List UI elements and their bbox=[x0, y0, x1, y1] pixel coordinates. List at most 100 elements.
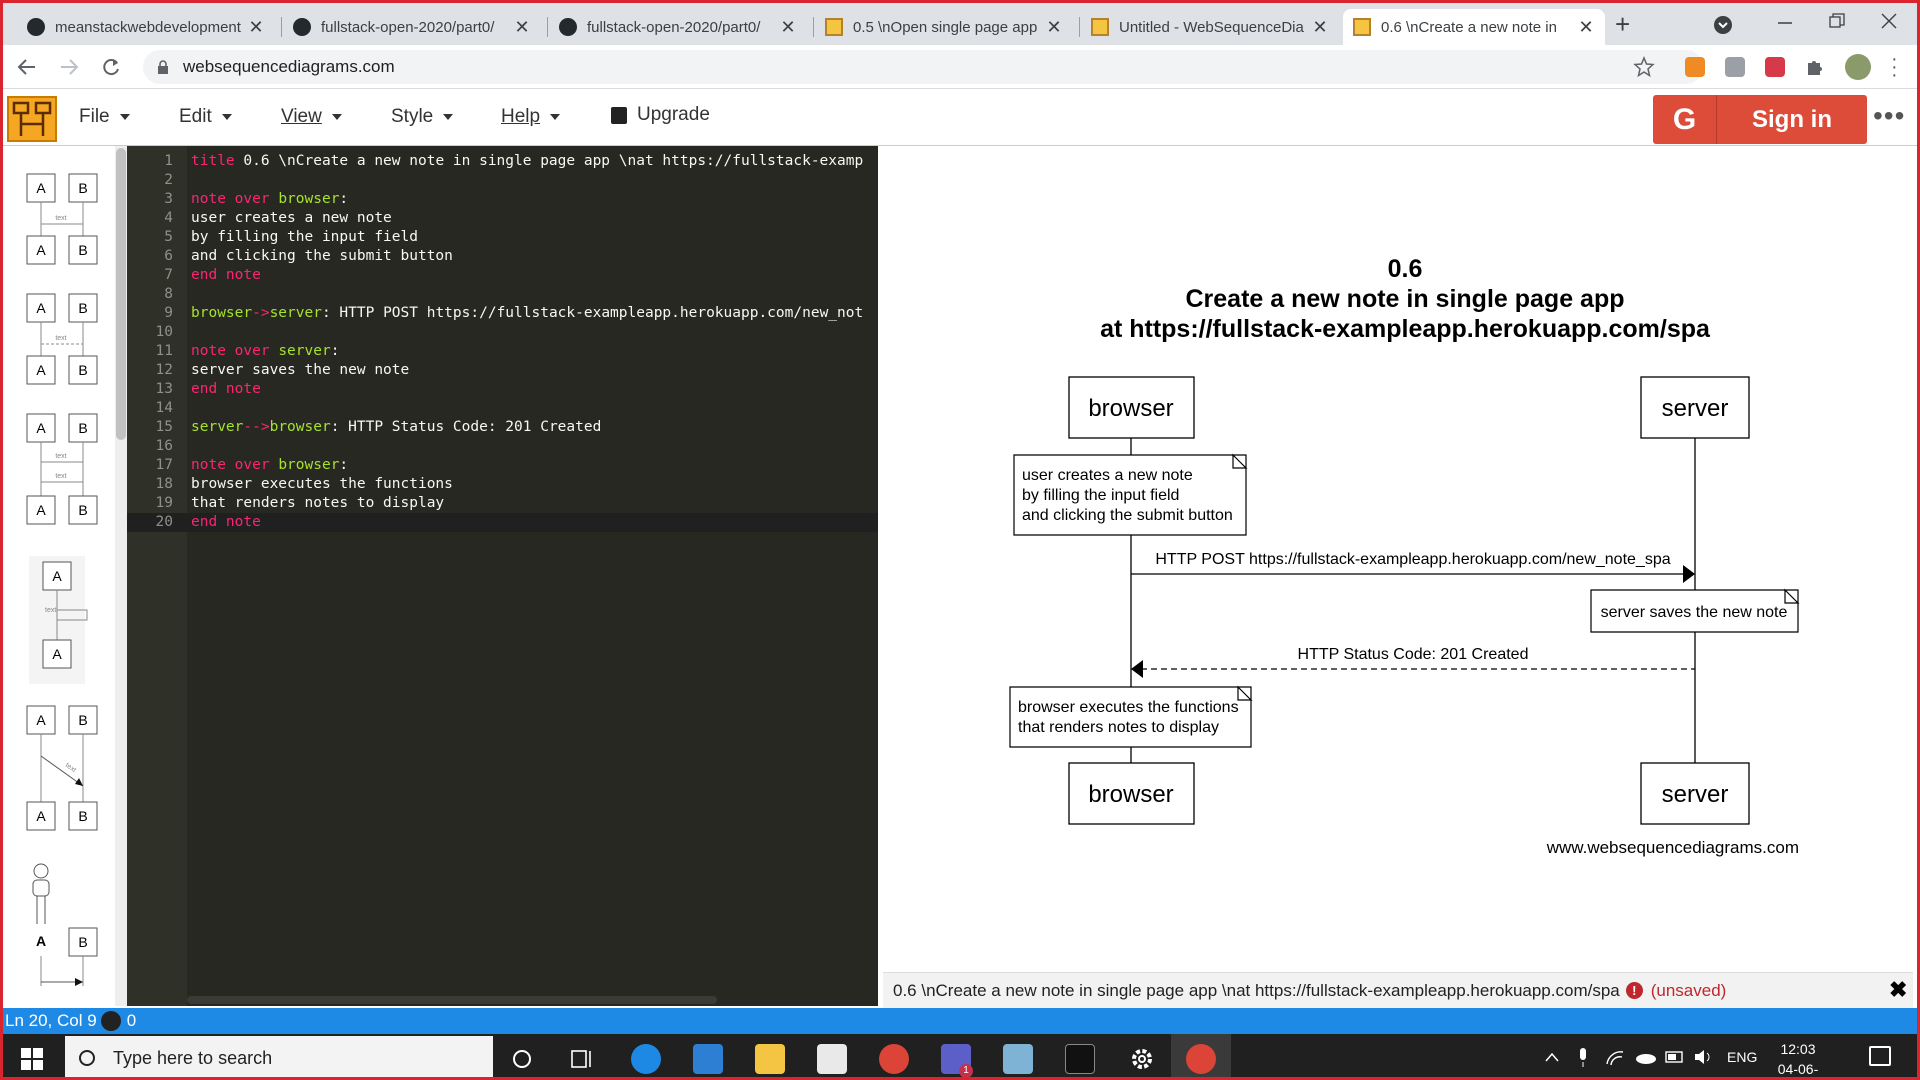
screen-frame: meanstackwebdevelopment ✕ fullstack-open… bbox=[0, 0, 1920, 1080]
close-tab-icon[interactable]: ✕ bbox=[1045, 17, 1063, 38]
palette-scrollbar[interactable] bbox=[115, 146, 127, 1006]
address-bar[interactable]: websequencediagrams.com bbox=[143, 50, 1703, 84]
line-number: 17 bbox=[155, 457, 173, 473]
windows-start-icon[interactable] bbox=[21, 1048, 43, 1070]
minimize-icon[interactable] bbox=[1777, 15, 1793, 31]
note-line: browser executes the functions bbox=[1018, 699, 1239, 716]
code-text: by filling the input field bbox=[191, 229, 418, 245]
close-tab-icon[interactable]: ✕ bbox=[779, 17, 797, 38]
file-explorer-icon[interactable] bbox=[755, 1044, 785, 1074]
close-tab-icon[interactable]: ✕ bbox=[1311, 17, 1329, 38]
restore-icon[interactable] bbox=[1829, 13, 1845, 29]
puzzle-extensions-icon[interactable] bbox=[1805, 57, 1825, 77]
code-line[interactable]: 3 note over browser: bbox=[127, 190, 878, 209]
wifi-icon[interactable] bbox=[1605, 1048, 1625, 1068]
edge-icon[interactable] bbox=[631, 1044, 661, 1074]
menu-help[interactable]: Help bbox=[501, 106, 561, 128]
note-user-creates: user creates a new note by filling the i… bbox=[1013, 453, 1248, 536]
code-line[interactable]: 13 end note bbox=[127, 380, 878, 399]
forward-icon[interactable] bbox=[59, 57, 79, 77]
language-indicator[interactable]: ENG bbox=[1727, 1049, 1757, 1065]
code-line[interactable]: 7 end note bbox=[127, 266, 878, 285]
code-line[interactable]: 12 server saves the new note bbox=[127, 361, 878, 380]
onedrive-icon[interactable] bbox=[1635, 1050, 1657, 1064]
bookmark-star-icon[interactable] bbox=[1633, 56, 1655, 78]
mail-icon[interactable] bbox=[693, 1044, 723, 1074]
store-icon[interactable] bbox=[817, 1044, 847, 1074]
browser-tab[interactable]: Untitled - WebSequenceDia ✕ bbox=[1081, 9, 1339, 45]
code-line[interactable]: 9 browser->server: HTTP POST https://full… bbox=[127, 304, 878, 323]
task-view-icon[interactable] bbox=[571, 1048, 595, 1070]
palette-item-arrow[interactable]: A B text A B bbox=[26, 173, 98, 265]
code-line[interactable]: 4 user creates a new note bbox=[127, 209, 878, 228]
google-sign-in-button[interactable]: G Sign in bbox=[1653, 95, 1867, 144]
close-tab-icon[interactable]: ✕ bbox=[247, 17, 265, 38]
extension-icon[interactable] bbox=[1725, 57, 1745, 77]
browser-tab[interactable]: fullstack-open-2020/part0/ ✕ bbox=[549, 9, 807, 45]
chrome-menu-icon[interactable]: · · · bbox=[1891, 49, 1898, 85]
settings-gear-icon[interactable] bbox=[1129, 1046, 1155, 1072]
tab-search-icon[interactable] bbox=[1713, 15, 1733, 35]
browser-tab[interactable]: meanstackwebdevelopment ✕ bbox=[17, 9, 275, 45]
notepad-icon[interactable] bbox=[1003, 1044, 1033, 1074]
code-line[interactable]: 14 bbox=[127, 399, 878, 418]
code-line[interactable]: 19 that renders notes to display bbox=[127, 494, 878, 513]
palette-item-actor[interactable]: A B bbox=[32, 863, 98, 986]
new-tab-button[interactable]: + bbox=[1615, 9, 1630, 40]
menu-style[interactable]: Style bbox=[391, 106, 454, 128]
svg-text:B: B bbox=[78, 180, 87, 196]
code-line[interactable]: 1 title 0.6 \nCreate a new note in single… bbox=[127, 152, 878, 171]
microphone-icon[interactable] bbox=[1577, 1048, 1589, 1068]
battery-icon[interactable] bbox=[1665, 1050, 1685, 1064]
pocket-extension-icon[interactable] bbox=[1765, 57, 1785, 77]
code-line[interactable]: 20 end note bbox=[127, 513, 878, 532]
close-tab-icon[interactable]: ✕ bbox=[1577, 17, 1595, 38]
browser-tab[interactable]: 0.5 \nOpen single page app ✕ bbox=[815, 9, 1073, 45]
terminal-icon[interactable] bbox=[1065, 1044, 1095, 1074]
taskbar-clock[interactable]: 12:03 04-06-2021 bbox=[1763, 1039, 1833, 1077]
palette-item-dashed-arrow[interactable]: A B text A B bbox=[26, 293, 98, 385]
code-line[interactable]: 16 bbox=[127, 437, 878, 456]
editor-horizontal-scrollbar[interactable] bbox=[187, 996, 717, 1004]
code-line[interactable]: 17 note over browser: bbox=[127, 456, 878, 475]
websequencediagrams-logo[interactable] bbox=[7, 96, 57, 142]
close-tab-icon[interactable]: ✕ bbox=[513, 17, 531, 38]
document-title-bar[interactable]: 0.6 \nCreate a new note in single page a… bbox=[883, 972, 1913, 1008]
palette-item-diagonal-arrow[interactable]: A B text A B bbox=[26, 705, 98, 831]
menu-view[interactable]: View bbox=[281, 106, 342, 128]
menu-edit[interactable]: Edit bbox=[179, 106, 232, 128]
browser-tab[interactable]: fullstack-open-2020/part0/ ✕ bbox=[283, 9, 541, 45]
browser-tab-active[interactable]: 0.6 \nCreate a new note in ✕ bbox=[1343, 9, 1605, 45]
scrollbar-thumb[interactable] bbox=[116, 148, 126, 440]
menu-file[interactable]: File bbox=[79, 106, 130, 128]
code-line[interactable]: 11 note over server: bbox=[127, 342, 878, 361]
chrome-active-icon[interactable] bbox=[1186, 1044, 1216, 1074]
more-menu-icon[interactable]: ••• bbox=[1873, 100, 1905, 132]
code-line[interactable]: 15 server-->browser: HTTP Status Code: 20… bbox=[127, 418, 878, 437]
diagram-title-line: 0.6 bbox=[1388, 255, 1423, 283]
tray-overflow-icon[interactable] bbox=[1545, 1052, 1559, 1062]
code-line[interactable]: 2 bbox=[127, 171, 878, 190]
close-title-bar-icon[interactable]: ✖ bbox=[1889, 977, 1907, 1003]
code-line[interactable]: 18 browser executes the functions bbox=[127, 475, 878, 494]
code-line[interactable]: 5 by filling the input field bbox=[127, 228, 878, 247]
volume-icon[interactable] bbox=[1693, 1048, 1715, 1066]
upgrade-button[interactable]: Upgrade bbox=[611, 104, 710, 126]
profile-avatar[interactable] bbox=[1845, 54, 1871, 80]
close-window-icon[interactable] bbox=[1881, 13, 1897, 29]
cortana-icon[interactable] bbox=[511, 1048, 533, 1070]
svg-text:A: A bbox=[36, 180, 46, 196]
palette-item-round-trip[interactable]: A B text text A B bbox=[26, 413, 98, 525]
palette-item-self-message[interactable]: A text A bbox=[29, 556, 88, 684]
chrome-icon[interactable] bbox=[879, 1044, 909, 1074]
code-line[interactable]: 10 bbox=[127, 323, 878, 342]
back-icon[interactable] bbox=[17, 57, 37, 77]
svg-text:A: A bbox=[36, 300, 46, 316]
notification-center-icon[interactable] bbox=[1869, 1046, 1891, 1066]
reload-icon[interactable] bbox=[101, 57, 121, 77]
code-line[interactable]: 6 and clicking the submit button bbox=[127, 247, 878, 266]
brave-extension-icon[interactable] bbox=[1685, 57, 1705, 77]
taskbar-search-box[interactable]: Type here to search bbox=[65, 1036, 493, 1077]
code-editor[interactable]: 1 title 0.6 \nCreate a new note in single… bbox=[127, 146, 878, 1006]
code-line[interactable]: 8 bbox=[127, 285, 878, 304]
